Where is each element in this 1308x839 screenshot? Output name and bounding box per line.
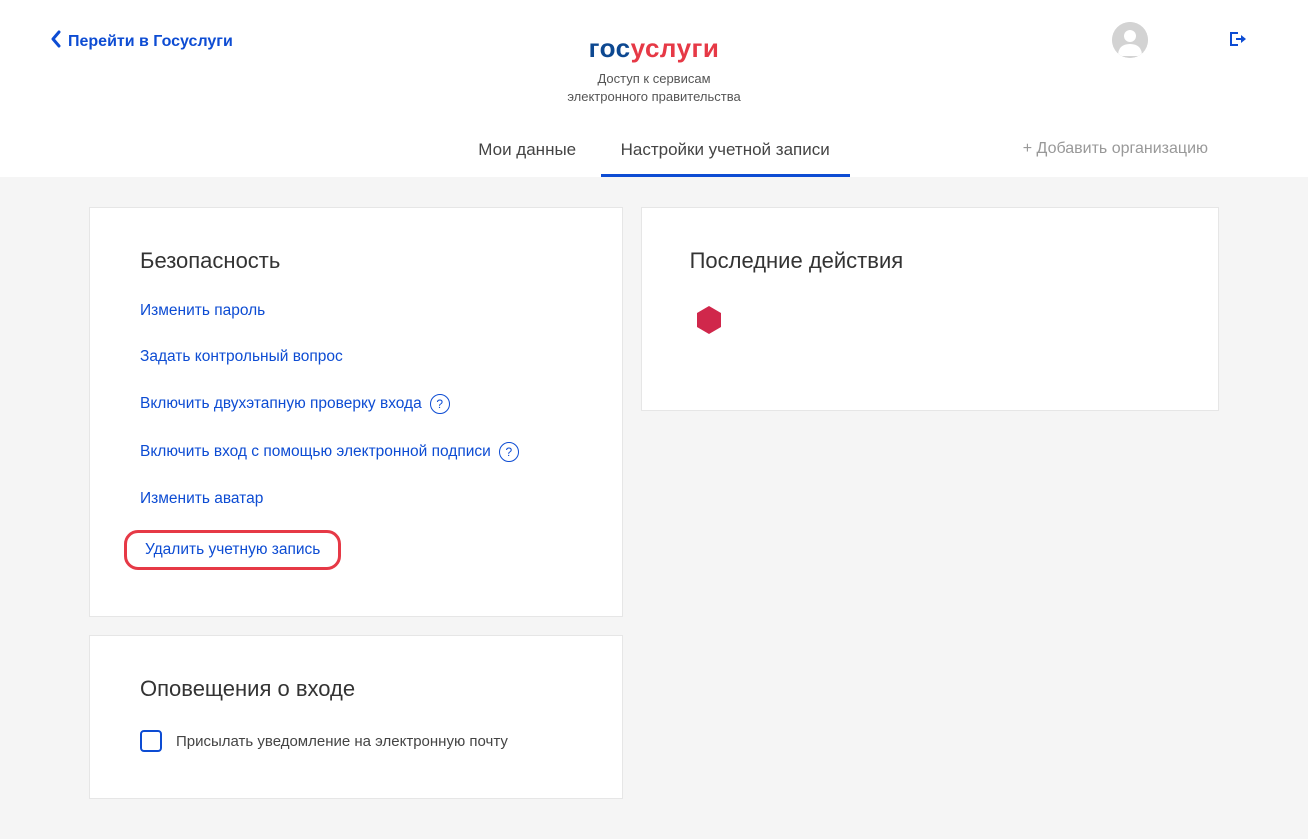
tab-my-data[interactable]: Мои данные xyxy=(458,128,596,174)
security-title: Безопасность xyxy=(140,248,572,274)
tab-account-settings[interactable]: Настройки учетной записи xyxy=(601,128,850,177)
notifications-title: Оповещения о входе xyxy=(140,676,572,702)
delete-account-link[interactable]: Удалить учетную запись xyxy=(124,530,341,570)
add-organization-link[interactable]: + Добавить организацию xyxy=(1023,140,1208,158)
email-notification-checkbox[interactable] xyxy=(140,730,162,752)
security-card: Безопасность Изменить пароль Задать конт… xyxy=(89,207,623,617)
back-link-label: Перейти в Госуслуги xyxy=(68,33,233,51)
avatar[interactable] xyxy=(1112,22,1148,58)
recent-actions-card: Последние действия xyxy=(641,207,1219,411)
chevron-left-icon xyxy=(50,30,62,53)
notifications-card: Оповещения о входе Присылать уведомление… xyxy=(89,635,623,799)
two-step-verification-link[interactable]: Включить двухэтапную проверку входа ? xyxy=(140,394,572,414)
change-avatar-link[interactable]: Изменить аватар xyxy=(140,490,572,508)
site-subtitle: Доступ к сервисам электронного правитель… xyxy=(50,70,1258,106)
help-icon[interactable]: ? xyxy=(430,394,450,414)
esignature-login-link[interactable]: Включить вход с помощью электронной подп… xyxy=(140,442,572,462)
back-to-gosuslugi-link[interactable]: Перейти в Госуслуги xyxy=(50,30,233,53)
change-password-link[interactable]: Изменить пароль xyxy=(140,302,572,320)
loading-spinner-icon xyxy=(690,302,728,340)
logout-icon[interactable] xyxy=(1228,30,1248,53)
help-icon[interactable]: ? xyxy=(499,442,519,462)
email-notification-label: Присылать уведомление на электронную поч… xyxy=(176,733,508,750)
recent-actions-title: Последние действия xyxy=(690,248,1170,274)
security-question-link[interactable]: Задать контрольный вопрос xyxy=(140,348,572,366)
